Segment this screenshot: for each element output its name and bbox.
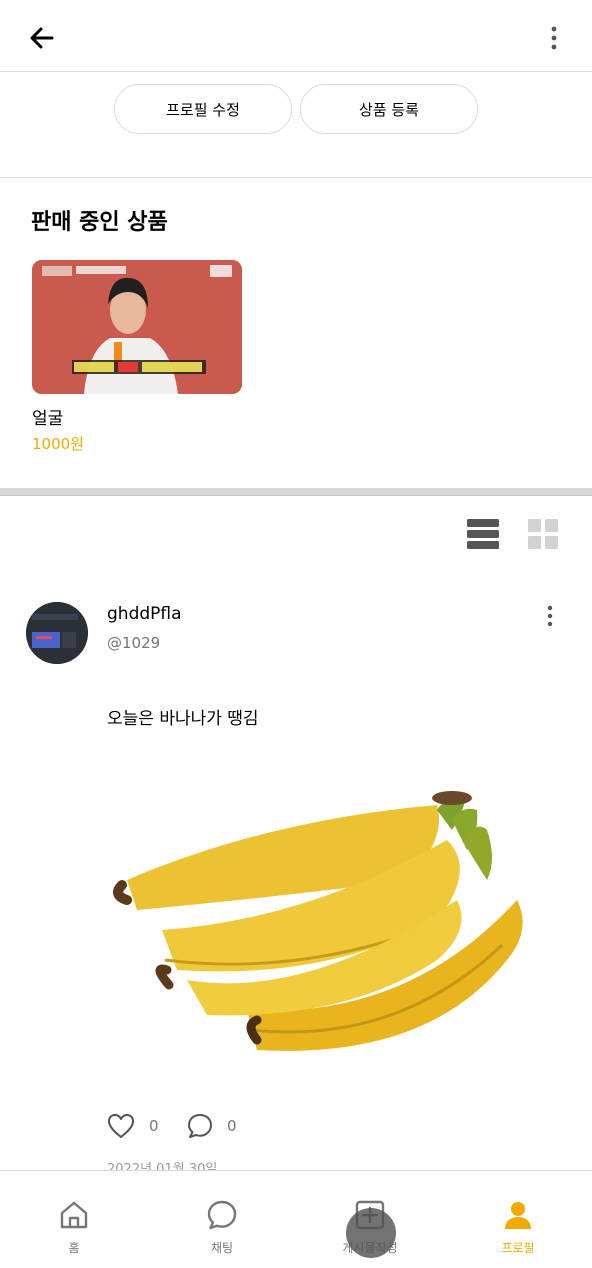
post-more-button[interactable] (538, 602, 562, 630)
chat-icon (207, 1200, 237, 1230)
more-options-button[interactable] (542, 22, 566, 54)
product-price: 1000원 (32, 435, 84, 453)
avatar[interactable] (26, 602, 88, 664)
vertical-dots-icon (547, 605, 553, 627)
list-view-toggle[interactable] (467, 518, 499, 550)
home-icon (60, 1201, 88, 1229)
product-image (32, 260, 242, 394)
profile-actions: 프로필 수정 상품 등록 (0, 84, 592, 134)
back-button[interactable] (26, 22, 58, 54)
section-separator (0, 488, 592, 496)
tab-home[interactable]: 홈 (0, 1171, 148, 1268)
product-card[interactable]: 얼굴 1000원 (32, 260, 242, 454)
like-count: 0 (149, 1117, 159, 1135)
product-name: 얼굴 (32, 409, 64, 429)
divider (0, 177, 592, 178)
vertical-dots-icon (551, 26, 557, 50)
top-app-bar (0, 0, 592, 72)
edit-profile-button[interactable]: 프로필 수정 (114, 84, 292, 134)
comment-button[interactable]: 0 (187, 1113, 237, 1139)
tab-profile[interactable]: 프로필 (444, 1171, 592, 1268)
add-product-button[interactable]: 상품 등록 (300, 84, 478, 134)
post-image (107, 760, 547, 1080)
grid-view-toggle[interactable] (527, 518, 559, 550)
tab-chat[interactable]: 채팅 (148, 1171, 296, 1268)
profile-icon (505, 1202, 531, 1229)
bottom-tab-bar: 홈 채팅 게시물작성 프로필 (0, 1170, 592, 1268)
post-handle: @1029 (107, 634, 161, 652)
heart-icon (108, 1114, 134, 1138)
tab-label: 프로필 (501, 1241, 535, 1255)
post-text: 오늘은 바나나가 땡김 (107, 709, 259, 729)
list-view-icon (467, 519, 499, 549)
section-title-on-sale: 판매 중인 상품 (31, 210, 168, 235)
like-button[interactable]: 0 (107, 1113, 159, 1139)
post-username[interactable]: ghddPfla (107, 604, 182, 624)
grid-view-icon (528, 519, 558, 549)
arrow-left-icon (30, 27, 54, 49)
tab-label: 홈 (68, 1241, 80, 1255)
comment-icon (188, 1114, 212, 1138)
comment-count: 0 (227, 1117, 237, 1135)
touch-indicator (346, 1208, 396, 1258)
tab-label: 채팅 (210, 1241, 234, 1255)
